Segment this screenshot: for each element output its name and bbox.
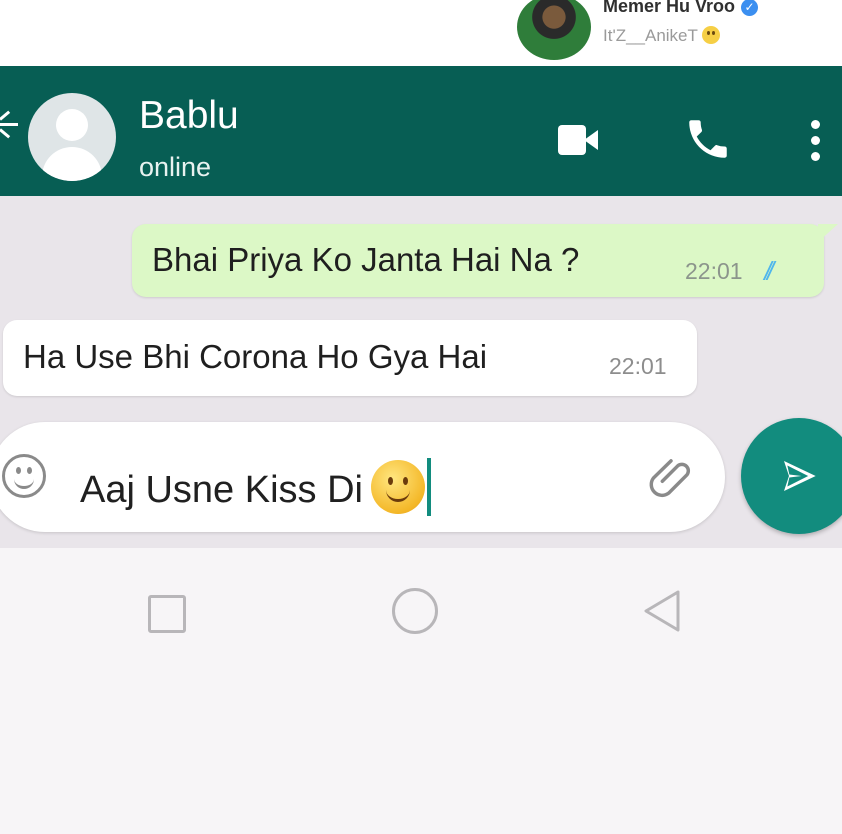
emoji-mouth xyxy=(14,476,34,489)
emoji-mouth xyxy=(385,485,410,502)
message-input[interactable]: Aaj Usne Kiss Di xyxy=(0,422,725,532)
watermark-handle-text: It'Z__AnikeT xyxy=(603,26,698,45)
watermark-name: Memer Hu Vroo ✓ xyxy=(603,0,759,17)
verified-icon: ✓ xyxy=(741,0,759,16)
message-text: Bhai Priya Ko Janta Hai Na ? xyxy=(152,241,580,278)
nav-home-icon[interactable] xyxy=(392,588,438,634)
watermark-name-text: Memer Hu Vroo xyxy=(603,0,736,16)
video-call-icon[interactable] xyxy=(558,125,598,155)
system-nav-bar xyxy=(0,548,842,834)
video-call-body xyxy=(558,125,586,155)
incoming-message[interactable]: Ha Use Bhi Corona Ho Gya Hai 22:01 xyxy=(3,320,697,396)
outgoing-message[interactable]: Bhai Priya Ko Janta Hai Na ? 22:01 // xyxy=(132,224,838,297)
message-text: Ha Use Bhi Corona Ho Gya Hai xyxy=(23,338,488,375)
message-input-text[interactable]: Aaj Usne Kiss Di xyxy=(80,458,431,516)
menu-dot xyxy=(811,120,820,129)
more-options-icon[interactable] xyxy=(808,118,822,162)
watermark-handle: It'Z__AnikeT xyxy=(603,26,720,46)
message-time: 22:01 xyxy=(685,258,743,284)
menu-dot xyxy=(811,152,820,161)
avatar-body-shape xyxy=(42,147,102,181)
avatar-head-shape xyxy=(56,109,88,141)
smiling-emoji xyxy=(370,460,425,514)
contact-name[interactable]: Bablu xyxy=(139,94,239,138)
contact-status: online xyxy=(139,152,212,182)
back-arrow-icon[interactable] xyxy=(0,123,18,126)
video-call-lens xyxy=(584,130,598,150)
smiley-icon xyxy=(701,26,720,44)
watermark-avatar xyxy=(517,0,591,60)
watermark: Memer Hu Vroo ✓ It'Z__AnikeT xyxy=(0,0,842,66)
send-icon xyxy=(784,461,816,491)
nav-back-icon[interactable] xyxy=(638,586,688,636)
attach-icon[interactable] xyxy=(645,452,697,504)
emoji-icon[interactable] xyxy=(2,454,46,498)
nav-recents-icon[interactable] xyxy=(148,595,186,633)
message-time: 22:01 xyxy=(609,353,667,379)
menu-dot xyxy=(811,136,820,145)
contact-avatar[interactable] xyxy=(28,93,116,181)
chat-header: Bablu online xyxy=(0,66,842,196)
text-cursor xyxy=(426,458,431,516)
phone-icon[interactable] xyxy=(683,114,733,164)
typed-text: Aaj Usne Kiss Di xyxy=(80,469,363,511)
